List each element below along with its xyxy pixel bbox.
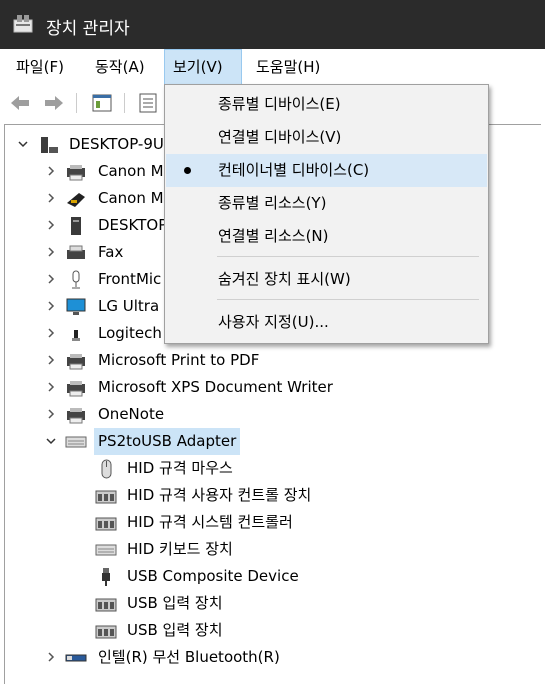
hid-device-icon [95,490,117,504]
mouse-icon [101,459,112,479]
tree-child[interactable]: HID 규격 사용자 컨트롤 장치 [5,482,541,509]
hid-device-icon [95,517,117,531]
menu-item-devices-by-container[interactable]: 컨테이너별 디바이스(C) [166,154,487,187]
keyboard-icon [65,436,87,448]
tree-node-label: FrontMic [98,270,162,288]
chevron-right-icon[interactable] [45,239,57,266]
chevron-right-icon[interactable] [45,158,57,185]
chevron-right-icon[interactable] [45,320,57,347]
tree-node-label: Canon M [98,189,164,207]
tree-node-label: Fax [98,243,124,261]
microphone-icon [72,270,80,289]
menu-file[interactable]: 파일(F) [8,49,72,85]
printer-icon [67,165,85,181]
usb-dongle-icon [72,330,80,341]
chevron-down-icon[interactable] [45,428,57,455]
tree-node-selected[interactable]: PS2toUSB Adapter [5,428,541,455]
menu-separator [217,256,479,257]
fax-icon [67,245,85,259]
tree-node-label: Canon M [98,162,164,180]
forward-arrow-icon[interactable] [42,91,66,115]
computer-icon [41,137,58,153]
tree-child[interactable]: USB 입력 장치 [5,590,541,617]
title-bar: 장치 관리자 [0,0,545,49]
menu-bar: 파일(F) 동작(A) 보기(V) 도움말(H) [0,49,545,85]
menu-item-resources-by-type[interactable]: 종류별 리소스(Y) [166,187,487,220]
keyboard-icon [95,544,117,556]
tree-child[interactable]: USB Composite Device [5,563,541,590]
back-arrow-icon[interactable] [8,91,32,115]
chevron-right-icon[interactable] [45,185,57,212]
menu-item-devices-by-connection[interactable]: 연결별 디바이스(V) [166,121,487,154]
radio-bullet-icon [184,167,191,174]
tree-node-label: 인텔(R) 무선 Bluetooth(R) [98,648,280,666]
chevron-right-icon[interactable] [45,347,57,374]
printer-icon [67,354,85,370]
usb-plug-icon [102,568,110,586]
tree-child-label: USB Composite Device [127,567,299,585]
tree-node[interactable]: Microsoft XPS Document Writer [5,374,541,401]
tree-child-label: USB 입력 장치 [127,594,223,612]
tree-node-label: PS2toUSB Adapter [94,428,241,455]
chevron-right-icon[interactable] [45,293,57,320]
device-manager-icon [13,15,33,33]
tree-node[interactable]: OneNote [5,401,541,428]
tree-node-label: DESKTOP [98,216,168,234]
tree-root-label: DESKTOP-9U [69,135,164,153]
tree-node-label: LG Ultra [98,297,160,315]
tree-child-label: HID 규격 마우스 [127,459,233,477]
tree-child[interactable]: HID 규격 마우스 [5,455,541,482]
tree-child[interactable]: USB 입력 장치 [5,617,541,644]
chevron-right-icon[interactable] [45,374,57,401]
toolbar-separator [124,93,125,113]
menu-view[interactable]: 보기(V) [164,49,242,85]
tree-child-label: HID 규격 시스템 컨트롤러 [127,513,293,531]
tree-node[interactable]: 인텔(R) 무선 Bluetooth(R) [5,644,541,671]
menu-item-resources-by-connection[interactable]: 연결별 리소스(N) [166,220,487,253]
tree-node[interactable]: Microsoft Print to PDF [5,347,541,374]
monitor-icon [66,298,86,315]
menu-item-customize[interactable]: 사용자 지정(U)... [166,306,487,339]
menu-item-show-hidden-devices[interactable]: 숨겨진 장치 표시(W) [166,263,487,296]
hid-device-icon [95,625,117,639]
printer-icon [67,381,85,397]
menu-help[interactable]: 도움말(H) [248,49,328,85]
chevron-right-icon[interactable] [45,644,57,671]
bluetooth-adapter-icon [65,654,87,662]
chevron-right-icon[interactable] [45,266,57,293]
tree-child-label: HID 키보드 장치 [127,540,233,558]
tree-child[interactable]: HID 규격 시스템 컨트롤러 [5,509,541,536]
tree-child-label: HID 규격 사용자 컨트롤 장치 [127,486,312,504]
toolbar-separator [76,93,77,113]
menu-action[interactable]: 동작(A) [87,49,153,85]
tree-child[interactable]: HID 키보드 장치 [5,536,541,563]
show-hide-console-tree-icon[interactable] [90,91,114,115]
chevron-down-icon[interactable] [17,131,29,158]
chevron-right-icon[interactable] [45,401,57,428]
printer-icon [67,408,85,424]
tree-child-label: USB 입력 장치 [127,621,223,639]
menu-item-devices-by-type[interactable]: 종류별 디바이스(E) [166,88,487,121]
tree-node-label: Logitech [98,324,162,342]
properties-icon[interactable] [136,91,160,115]
tree-node-label: Microsoft XPS Document Writer [98,378,333,396]
chevron-right-icon[interactable] [45,212,57,239]
tree-node-label: Microsoft Print to PDF [98,351,260,369]
scanner-icon [67,193,85,207]
view-menu-dropdown: 종류별 디바이스(E) 연결별 디바이스(V) 컨테이너별 디바이스(C) 종류… [164,84,489,344]
window-title: 장치 관리자 [46,19,130,39]
hid-device-icon [95,598,117,612]
tree-node-label: OneNote [98,405,165,423]
computer-tower-icon [71,217,81,235]
menu-separator [217,299,479,300]
